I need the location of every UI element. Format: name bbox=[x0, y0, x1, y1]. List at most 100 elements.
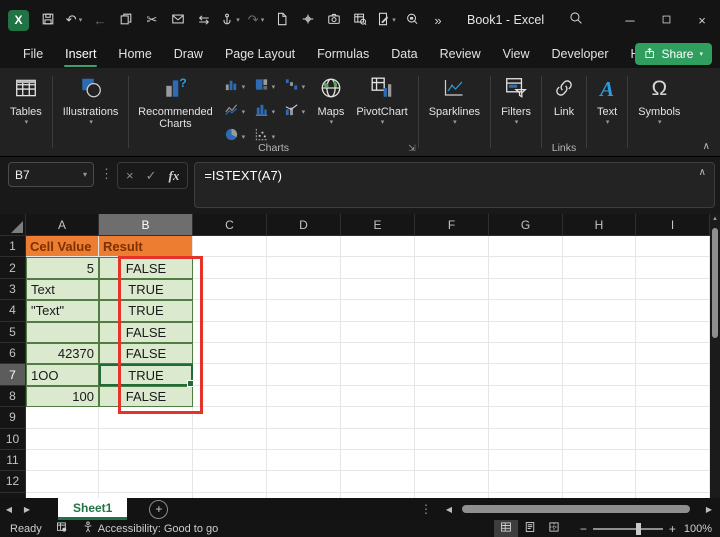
row-header-9[interactable]: 9 bbox=[0, 407, 26, 429]
link-button[interactable]: Link bbox=[546, 72, 582, 120]
cell-G12[interactable] bbox=[489, 471, 563, 493]
save-button[interactable] bbox=[35, 7, 61, 33]
cell-A7[interactable]: 1OO bbox=[26, 364, 99, 386]
cell-F3[interactable] bbox=[415, 278, 489, 301]
cell-I3[interactable] bbox=[636, 278, 710, 301]
cell-G10[interactable] bbox=[489, 428, 563, 450]
accessibility-status[interactable]: Accessibility: Good to go bbox=[82, 521, 218, 536]
row-header-2[interactable]: 2 bbox=[0, 257, 26, 279]
column-header-E[interactable]: E bbox=[341, 214, 415, 236]
cell-D4[interactable] bbox=[267, 300, 341, 322]
cell-I8[interactable] bbox=[636, 385, 710, 408]
row-header-8[interactable]: 8 bbox=[0, 385, 26, 408]
undo-button[interactable]: ↶ ▾ bbox=[61, 7, 87, 33]
center-anchor-button[interactable] bbox=[295, 7, 321, 33]
cell-G8[interactable] bbox=[489, 385, 563, 408]
line-chart-button[interactable]: ▾ bbox=[219, 99, 249, 124]
cell-C8[interactable] bbox=[193, 385, 267, 408]
email-button[interactable] bbox=[165, 7, 191, 33]
cell-E12[interactable] bbox=[341, 471, 415, 493]
cell-C2[interactable] bbox=[193, 257, 267, 279]
cell-D3[interactable] bbox=[267, 278, 341, 301]
cell-H4[interactable] bbox=[563, 300, 636, 322]
cell-G1[interactable] bbox=[489, 236, 563, 258]
histogram-chart-button[interactable]: ▾ bbox=[249, 99, 279, 124]
page-break-view-button[interactable] bbox=[542, 520, 566, 537]
tab-formulas[interactable]: Formulas bbox=[306, 40, 380, 68]
cell-B11[interactable] bbox=[99, 449, 193, 472]
horizontal-scroll-thumb[interactable] bbox=[462, 505, 690, 513]
previous-sheet-icon[interactable]: ◀ bbox=[0, 505, 18, 514]
cell-F7[interactable] bbox=[415, 364, 489, 386]
zoom-slider[interactable] bbox=[592, 522, 663, 535]
redo-button[interactable]: ↷ ▾ bbox=[243, 7, 269, 33]
scroll-right-icon[interactable]: ▶ bbox=[700, 505, 718, 514]
cell-G6[interactable] bbox=[489, 342, 563, 365]
illustrations-button[interactable]: Illustrations ▾ bbox=[57, 72, 125, 128]
sparklines-button[interactable]: Sparklines ▾ bbox=[423, 72, 486, 128]
tab-data[interactable]: Data bbox=[380, 40, 428, 68]
cell-C12[interactable] bbox=[193, 471, 267, 493]
cell-D7[interactable] bbox=[267, 364, 341, 386]
cell-F6[interactable] bbox=[415, 342, 489, 365]
tab-home[interactable]: Home bbox=[107, 40, 162, 68]
tab-developer[interactable]: Developer bbox=[541, 40, 620, 68]
close-button[interactable]: × bbox=[684, 0, 720, 40]
cell-A11[interactable] bbox=[26, 449, 99, 472]
cell-D10[interactable] bbox=[267, 428, 341, 450]
cell-E9[interactable] bbox=[341, 407, 415, 429]
tab-view[interactable]: View bbox=[492, 40, 541, 68]
copy-button[interactable] bbox=[113, 7, 139, 33]
cell-D6[interactable] bbox=[267, 342, 341, 365]
sheet-view-button[interactable] bbox=[347, 7, 373, 33]
add-sheet-icon[interactable]: + bbox=[149, 499, 169, 519]
row-header-11[interactable]: 11 bbox=[0, 449, 26, 472]
cell-A5[interactable] bbox=[26, 321, 99, 343]
column-header-I[interactable]: I bbox=[636, 214, 710, 236]
cell-G2[interactable] bbox=[489, 257, 563, 279]
cell-D5[interactable] bbox=[267, 321, 341, 343]
tables-button[interactable]: Tables ▾ bbox=[4, 72, 48, 128]
cell-I12[interactable] bbox=[636, 471, 710, 493]
cell-H12[interactable] bbox=[563, 471, 636, 493]
zoom-slider-thumb[interactable] bbox=[636, 522, 642, 535]
cancel-icon[interactable]: × bbox=[126, 168, 134, 183]
cell-H9[interactable] bbox=[563, 407, 636, 429]
cell-D9[interactable] bbox=[267, 407, 341, 429]
cell-F1[interactable] bbox=[415, 236, 489, 258]
scroll-left-icon[interactable]: ◀ bbox=[440, 505, 458, 514]
edit-document-button[interactable]: ▾ bbox=[373, 7, 399, 33]
cell-C6[interactable] bbox=[193, 342, 267, 365]
cell-F8[interactable] bbox=[415, 385, 489, 408]
waterfall-chart-button[interactable]: ▾ bbox=[279, 74, 309, 99]
cell-C9[interactable] bbox=[193, 407, 267, 429]
cell-D12[interactable] bbox=[267, 471, 341, 493]
cell-H11[interactable] bbox=[563, 449, 636, 472]
maps-button[interactable]: Maps ▾ bbox=[311, 72, 350, 128]
tab-draw[interactable]: Draw bbox=[163, 40, 214, 68]
tab-split-handle-icon[interactable]: ⋮ bbox=[420, 502, 432, 516]
cell-G9[interactable] bbox=[489, 407, 563, 429]
drag-handle-dots[interactable]: ⋮ bbox=[100, 166, 113, 182]
cell-H8[interactable] bbox=[563, 385, 636, 408]
select-all-corner[interactable] bbox=[0, 214, 26, 236]
cell-C3[interactable] bbox=[193, 278, 267, 301]
cell-C11[interactable] bbox=[193, 449, 267, 472]
dialog-launcher-icon[interactable]: ⇲ bbox=[408, 143, 416, 154]
row-header-5[interactable]: 5 bbox=[0, 321, 26, 343]
cell-G3[interactable] bbox=[489, 278, 563, 301]
pivotchart-button[interactable]: PivotChart ▾ bbox=[350, 72, 413, 128]
cell-H2[interactable] bbox=[563, 257, 636, 279]
normal-view-button[interactable] bbox=[493, 520, 518, 537]
cell-I1[interactable] bbox=[636, 236, 710, 258]
cell-I9[interactable] bbox=[636, 407, 710, 429]
name-box[interactable]: B7 ▾ bbox=[8, 162, 94, 187]
row-header-12[interactable]: 12 bbox=[0, 471, 26, 493]
cell-A6[interactable]: 42370 bbox=[26, 342, 99, 365]
cell-F10[interactable] bbox=[415, 428, 489, 450]
cell-D2[interactable] bbox=[267, 257, 341, 279]
cell-A10[interactable] bbox=[26, 428, 99, 450]
cell-A9[interactable] bbox=[26, 407, 99, 429]
tab-review[interactable]: Review bbox=[429, 40, 492, 68]
tab-page-layout[interactable]: Page Layout bbox=[214, 40, 306, 68]
